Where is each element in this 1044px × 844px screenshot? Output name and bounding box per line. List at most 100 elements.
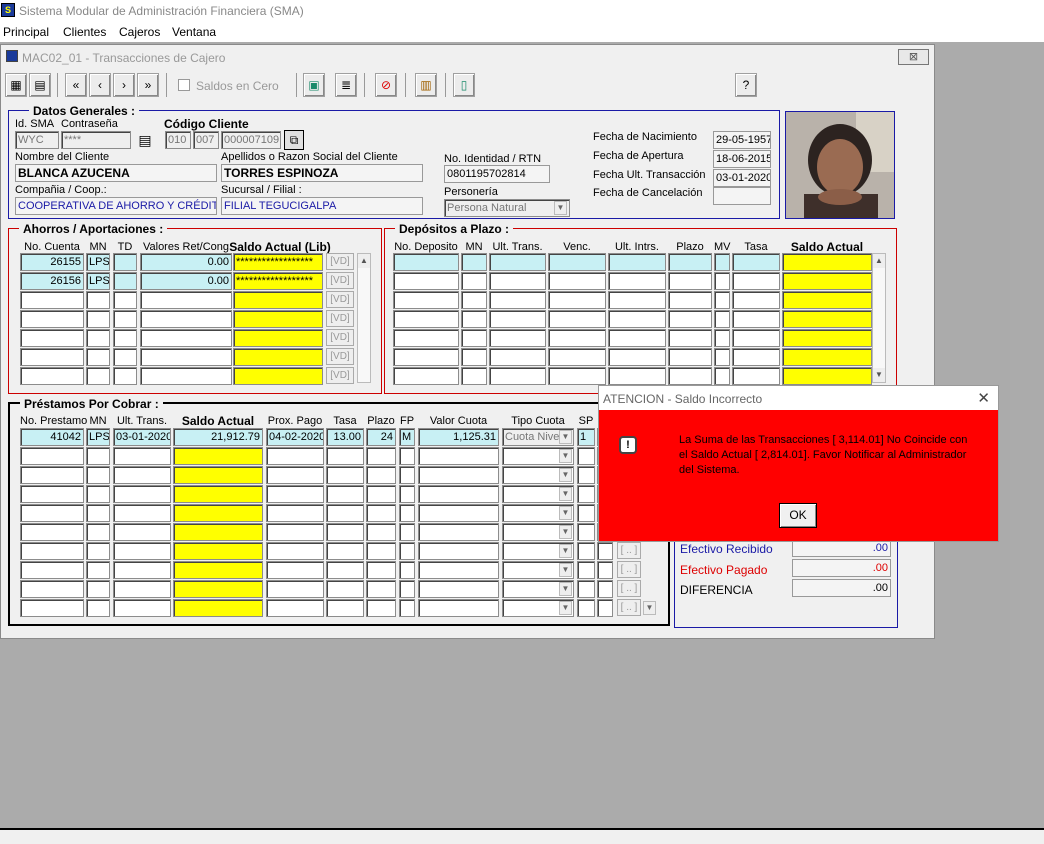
menu-clientes[interactable]: Clientes [63,25,106,39]
depositos-cell[interactable] [489,253,546,271]
depositos-cell[interactable] [668,253,712,271]
chevron-down-icon[interactable]: ▼ [559,582,572,596]
save-tool-icon[interactable]: ▦ [5,73,27,97]
prestamos-cell-plazo[interactable] [366,561,396,579]
depositos-cell[interactable] [782,253,872,271]
depositos-cell[interactable] [608,310,666,328]
prestamos-cell-numero[interactable] [20,561,84,579]
saldos-cero-checkbox[interactable] [178,79,190,91]
prestamos-cell-ult[interactable] [113,580,171,598]
prestamos-cell-sp[interactable] [577,561,595,579]
prestamos-cell-extra[interactable] [597,580,613,598]
depositos-cell[interactable] [732,253,780,271]
prestamos-cell-sp[interactable] [577,447,595,465]
ok-button[interactable]: OK [779,503,817,528]
chevron-down-icon[interactable]: ▼ [554,201,567,215]
prestamos-cell-sp[interactable] [577,542,595,560]
ahorros-cell-valores[interactable] [140,367,232,385]
prestamos-cell-tasa[interactable] [326,580,364,598]
document-tool-icon[interactable]: ≣ [335,73,357,97]
help-button[interactable]: ? [735,73,757,97]
depositos-cell[interactable] [668,329,712,347]
depositos-cell[interactable] [668,367,712,385]
depositos-cell[interactable] [489,367,546,385]
prestamos-cell-sp[interactable] [577,485,595,503]
folder-tool-icon[interactable]: ▥ [415,73,437,97]
prestamos-cell-sp[interactable] [577,504,595,522]
ahorros-cell-mn[interactable] [86,367,110,385]
prestamos-cell-plazo[interactable] [366,523,396,541]
prestamos-cell-cuota[interactable] [418,523,499,541]
window-close-button[interactable]: ⊠ [898,49,929,65]
ahorros-cell-saldo[interactable]: ****************** [233,272,323,290]
ahorros-cell-td[interactable] [113,348,137,366]
ahorros-cell-td[interactable] [113,310,137,328]
prestamos-cell-sp[interactable] [577,523,595,541]
prestamos-cell-cuota[interactable] [418,485,499,503]
sucursal-field[interactable]: FILIAL TEGUCIGALPA [221,197,423,215]
menu-principal[interactable]: Principal [3,25,49,39]
prestamos-cell-mn[interactable] [86,580,110,598]
prestamos-cell-tasa[interactable]: 13.00 [326,428,364,446]
prestamos-cell-ult[interactable] [113,542,171,560]
prestamos-cell-mn[interactable] [86,561,110,579]
prestamos-detail-button[interactable]: [ .. ] [617,542,641,559]
prestamos-cell-ult[interactable] [113,561,171,579]
depositos-cell[interactable] [393,348,459,366]
ahorros-cell-saldo[interactable] [233,291,323,309]
prestamos-cell-cuota[interactable] [418,466,499,484]
prestamos-cell-cuota[interactable] [418,447,499,465]
ahorros-cell-saldo[interactable]: ****************** [233,253,323,271]
prestamos-cell-numero[interactable] [20,504,84,522]
depositos-cell[interactable] [489,310,546,328]
depositos-cell[interactable] [732,348,780,366]
depositos-cell[interactable] [668,310,712,328]
depositos-cell[interactable] [548,310,606,328]
ahorros-cell-mn[interactable] [86,291,110,309]
ahorros-cell-cuenta[interactable]: 26156 [20,272,84,290]
fecha-ult-field[interactable]: 03-01-2020 [713,169,771,187]
depositos-cell[interactable] [461,291,487,309]
prestamos-cell-ult[interactable]: 03-01-2020 [113,428,171,446]
prestamos-cell-numero[interactable] [20,466,84,484]
ahorros-cell-cuenta[interactable] [20,348,84,366]
chevron-down-icon[interactable]: ▼ [559,563,572,577]
prestamos-cell-plazo[interactable] [366,542,396,560]
code-part2-field[interactable]: 007 [193,131,219,149]
depositos-cell[interactable] [461,348,487,366]
ahorros-cell-saldo[interactable] [233,310,323,328]
depositos-cell[interactable] [714,253,730,271]
code-part3-field[interactable]: 000007109 [221,131,281,149]
chevron-down-icon[interactable]: ▼ [559,487,572,501]
depositos-cell[interactable] [393,367,459,385]
depositos-cell[interactable] [782,272,872,290]
prestamos-cell-mn[interactable] [86,485,110,503]
prestamos-cell-sp[interactable] [577,599,595,617]
ahorros-cell-td[interactable] [113,253,137,271]
ahorros-cell-valores[interactable] [140,348,232,366]
prestamos-cell-plazo[interactable] [366,485,396,503]
prestamos-cell-cuota[interactable] [418,599,499,617]
depositos-cell[interactable] [668,291,712,309]
ahorros-cell-cuenta[interactable]: 26155 [20,253,84,271]
prestamos-cell-ult[interactable] [113,599,171,617]
chevron-down-icon[interactable]: ▼ [559,506,572,520]
prestamos-cell-mn[interactable] [86,523,110,541]
depositos-cell[interactable] [461,310,487,328]
ahorros-cell-td[interactable] [113,367,137,385]
prestamos-cell-mn[interactable] [86,542,110,560]
depositos-cell[interactable] [782,329,872,347]
prestamos-cell-mn[interactable]: LPS [86,428,110,446]
prestamos-cell-numero[interactable] [20,580,84,598]
exit-tool-icon[interactable]: ▯ [453,73,475,97]
prestamos-cell-prox[interactable] [266,504,324,522]
prestamos-cell-prox[interactable] [266,580,324,598]
depositos-cell[interactable] [461,253,487,271]
monitor-tool-icon[interactable]: ▣ [303,73,325,97]
prestamos-cell-saldo[interactable]: 21,912.79 [173,428,263,446]
ahorros-cell-valores[interactable]: 0.00 [140,272,232,290]
diferencia-field[interactable]: .00 [792,579,891,597]
chevron-down-icon[interactable]: ▼ [559,601,572,615]
apellidos-field[interactable]: TORRES ESPINOZA [221,164,423,182]
scroll-down-icon[interactable]: ▼ [643,601,656,615]
